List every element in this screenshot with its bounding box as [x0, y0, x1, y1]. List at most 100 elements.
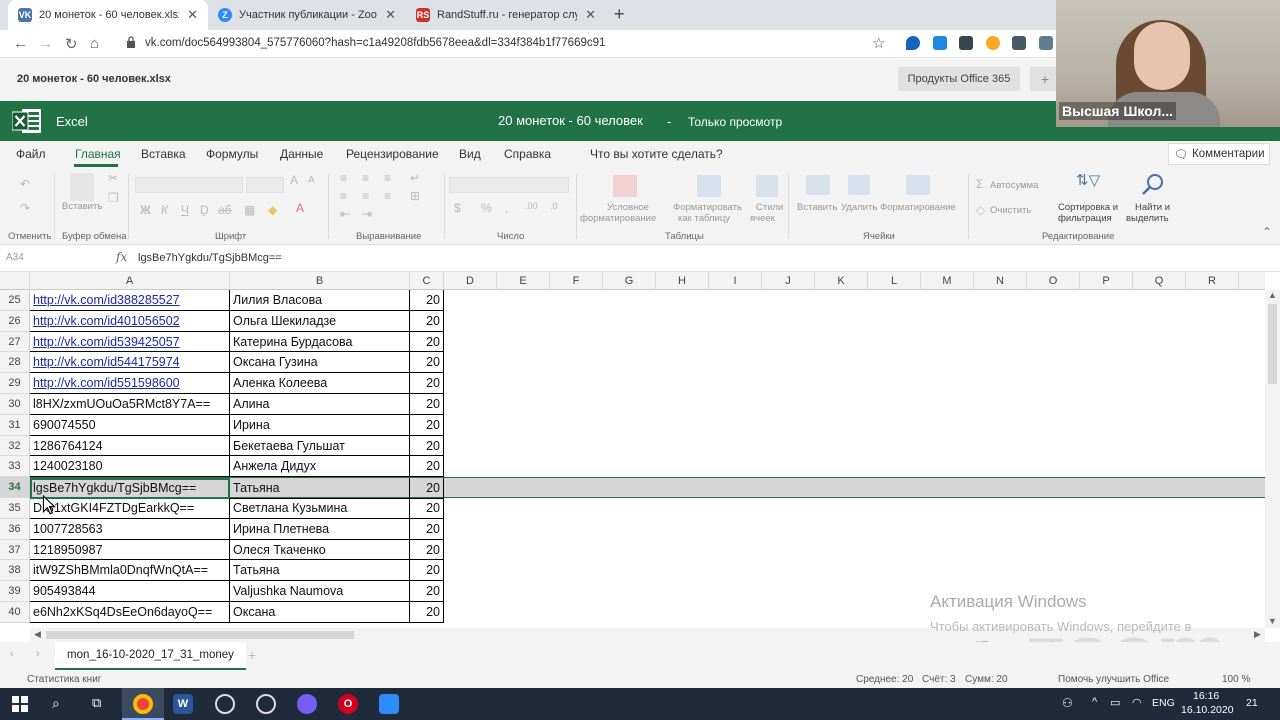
cell-a[interactable]: 1240023180	[30, 456, 230, 478]
format-cells-icon[interactable]	[906, 175, 930, 195]
redo-icon[interactable]: ↷	[20, 201, 30, 215]
cell-c[interactable]: 20	[410, 478, 444, 499]
scroll-up-icon[interactable]: ▲	[1268, 290, 1277, 300]
tab-insert[interactable]: Вставка	[141, 147, 186, 161]
insert-cells-icon[interactable]	[806, 175, 830, 195]
viber-icon[interactable]	[297, 694, 317, 714]
cell-c[interactable]: 20	[410, 539, 444, 561]
row-header[interactable]: 32	[0, 435, 30, 457]
cell-a[interactable]: 1007728563	[30, 518, 230, 540]
borders-icon[interactable]: ▦	[244, 203, 255, 217]
column-header-q[interactable]: Q	[1133, 272, 1186, 290]
tell-me-search[interactable]: Что вы хотите сделать?	[590, 147, 723, 161]
notification-count[interactable]: 21	[1246, 697, 1258, 709]
search-icon[interactable]: ⌕	[52, 695, 60, 712]
undo-icon[interactable]: ↶	[20, 177, 30, 191]
row-header[interactable]: 39	[0, 581, 30, 602]
tab-file[interactable]: Файл	[16, 147, 46, 161]
cell-b[interactable]: Ирина	[230, 414, 410, 436]
row-header[interactable]: 30	[0, 394, 30, 415]
cell-a[interactable]: http://vk.com/id401056502	[30, 310, 230, 332]
merge-icon[interactable]: ⊞	[410, 189, 420, 203]
row-header[interactable]: 26	[0, 310, 30, 332]
italic-icon[interactable]: К	[161, 203, 168, 217]
browser-tab-randstuff[interactable]: RS RandStuff.ru - генератор случай ✕	[406, 0, 606, 30]
cell-a[interactable]: itW9ZShBMmla0DnqfWnQtA==	[30, 560, 230, 582]
cell-c[interactable]: 20	[410, 394, 444, 415]
align-bottom-icon[interactable]: ≡	[384, 171, 391, 185]
find-search-icon[interactable]	[1140, 172, 1166, 198]
clock-date[interactable]: 16.10.2020	[1181, 704, 1234, 716]
align-right-icon[interactable]: ≡	[384, 189, 391, 203]
column-header-f[interactable]: F	[550, 272, 603, 290]
cell-c[interactable]: 20	[410, 518, 444, 540]
zoom-level[interactable]: 100 %	[1222, 674, 1250, 685]
word-icon[interactable]: W	[173, 694, 193, 714]
clock-time[interactable]: 16:16	[1193, 690, 1219, 702]
number-format-combo[interactable]	[449, 177, 569, 193]
sheet-tab[interactable]: mon_16-10-2020_17_31_money	[55, 642, 246, 670]
copy-icon[interactable]: ❐	[108, 191, 119, 205]
currency-icon[interactable]: $	[454, 201, 461, 215]
font-name-combo[interactable]	[135, 177, 243, 193]
percent-icon[interactable]: %	[481, 201, 492, 215]
column-header-g[interactable]: G	[603, 272, 656, 290]
grow-font-icon[interactable]: A	[290, 173, 298, 187]
row-header[interactable]: 37	[0, 539, 30, 561]
cell-c[interactable]: 20	[410, 581, 444, 602]
cell-b[interactable]: Оксана	[230, 602, 410, 623]
task-view-icon[interactable]: ⧉	[92, 695, 101, 711]
cut-icon[interactable]: ✂	[108, 171, 118, 185]
row-header[interactable]: 29	[0, 373, 30, 394]
cell-b[interactable]: Оксана Гузина	[230, 352, 410, 374]
office-365-button[interactable]: Продукты Office 365	[898, 67, 1020, 91]
row-header[interactable]: 31	[0, 414, 30, 436]
double-underline-icon[interactable]: Ḏ	[200, 203, 209, 217]
opera-icon[interactable]: O	[338, 694, 358, 714]
strikethrough-icon[interactable]: аб	[218, 203, 232, 217]
zoom-video-tile[interactable]: Высшая Школ...	[1056, 0, 1280, 127]
cell-a[interactable]: http://vk.com/id544175974	[30, 352, 230, 374]
row-header[interactable]: 25	[0, 290, 30, 311]
close-icon[interactable]: ✕	[585, 7, 596, 23]
language-indicator[interactable]: ENG	[1152, 697, 1175, 709]
bold-icon[interactable]: Ж	[140, 203, 151, 217]
cell-c[interactable]: 20	[410, 373, 444, 394]
cell-a[interactable]: 905493844	[30, 581, 230, 602]
cell-b[interactable]: Татьяна	[230, 560, 410, 582]
cell-b[interactable]: Ольга Шекиладзе	[230, 310, 410, 332]
vertical-scrollbar[interactable]: ▲ ▼	[1265, 290, 1280, 628]
chrome-icon[interactable]	[133, 694, 153, 714]
formula-input[interactable]: lgsBe7hYgkdu/TgSjbBMcg==	[138, 252, 282, 264]
tab-formulas[interactable]: Формулы	[206, 147, 258, 161]
column-header-r[interactable]: R	[1186, 272, 1239, 290]
zoom-app-icon[interactable]	[379, 694, 399, 714]
cell-c[interactable]: 20	[410, 435, 444, 457]
cell-a[interactable]: http://vk.com/id551598600	[30, 373, 230, 394]
select-all-corner[interactable]	[0, 272, 30, 290]
scroll-down-icon[interactable]: ▼	[1268, 616, 1277, 626]
browser-tab-xlsx[interactable]: VK 20 монеток - 60 человек.xlsx ✕	[8, 0, 208, 30]
app-circle-icon[interactable]	[215, 694, 235, 714]
tab-home[interactable]: Главная	[75, 147, 121, 161]
name-box[interactable]: A34	[6, 252, 24, 263]
increase-decimal-icon[interactable]: .00	[525, 201, 538, 211]
column-header-k[interactable]: K	[815, 272, 868, 290]
forward-icon[interactable]: →	[38, 35, 53, 52]
cell-a[interactable]: D S1xtGKI4FZTDgEarkkQ==	[30, 498, 230, 519]
row-header[interactable]: 27	[0, 331, 30, 353]
next-sheet-icon[interactable]: ›	[36, 648, 40, 660]
back-icon[interactable]: ←	[13, 35, 28, 52]
cell-b[interactable]: Ирина Плетнева	[230, 518, 410, 540]
close-icon[interactable]: ✕	[385, 7, 396, 23]
column-header-j[interactable]: J	[762, 272, 815, 290]
column-header-a[interactable]: A	[30, 272, 230, 290]
cell-b[interactable]: Алина	[230, 394, 410, 415]
reload-icon[interactable]: ↻	[65, 35, 78, 53]
row-header[interactable]: 36	[0, 518, 30, 540]
cell-b[interactable]: Valjushka Naumova	[230, 581, 410, 602]
extension-box-icon[interactable]	[1039, 36, 1053, 50]
column-header-m[interactable]: M	[921, 272, 974, 290]
column-header-l[interactable]: L	[868, 272, 921, 290]
cell-c[interactable]: 20	[410, 498, 444, 519]
